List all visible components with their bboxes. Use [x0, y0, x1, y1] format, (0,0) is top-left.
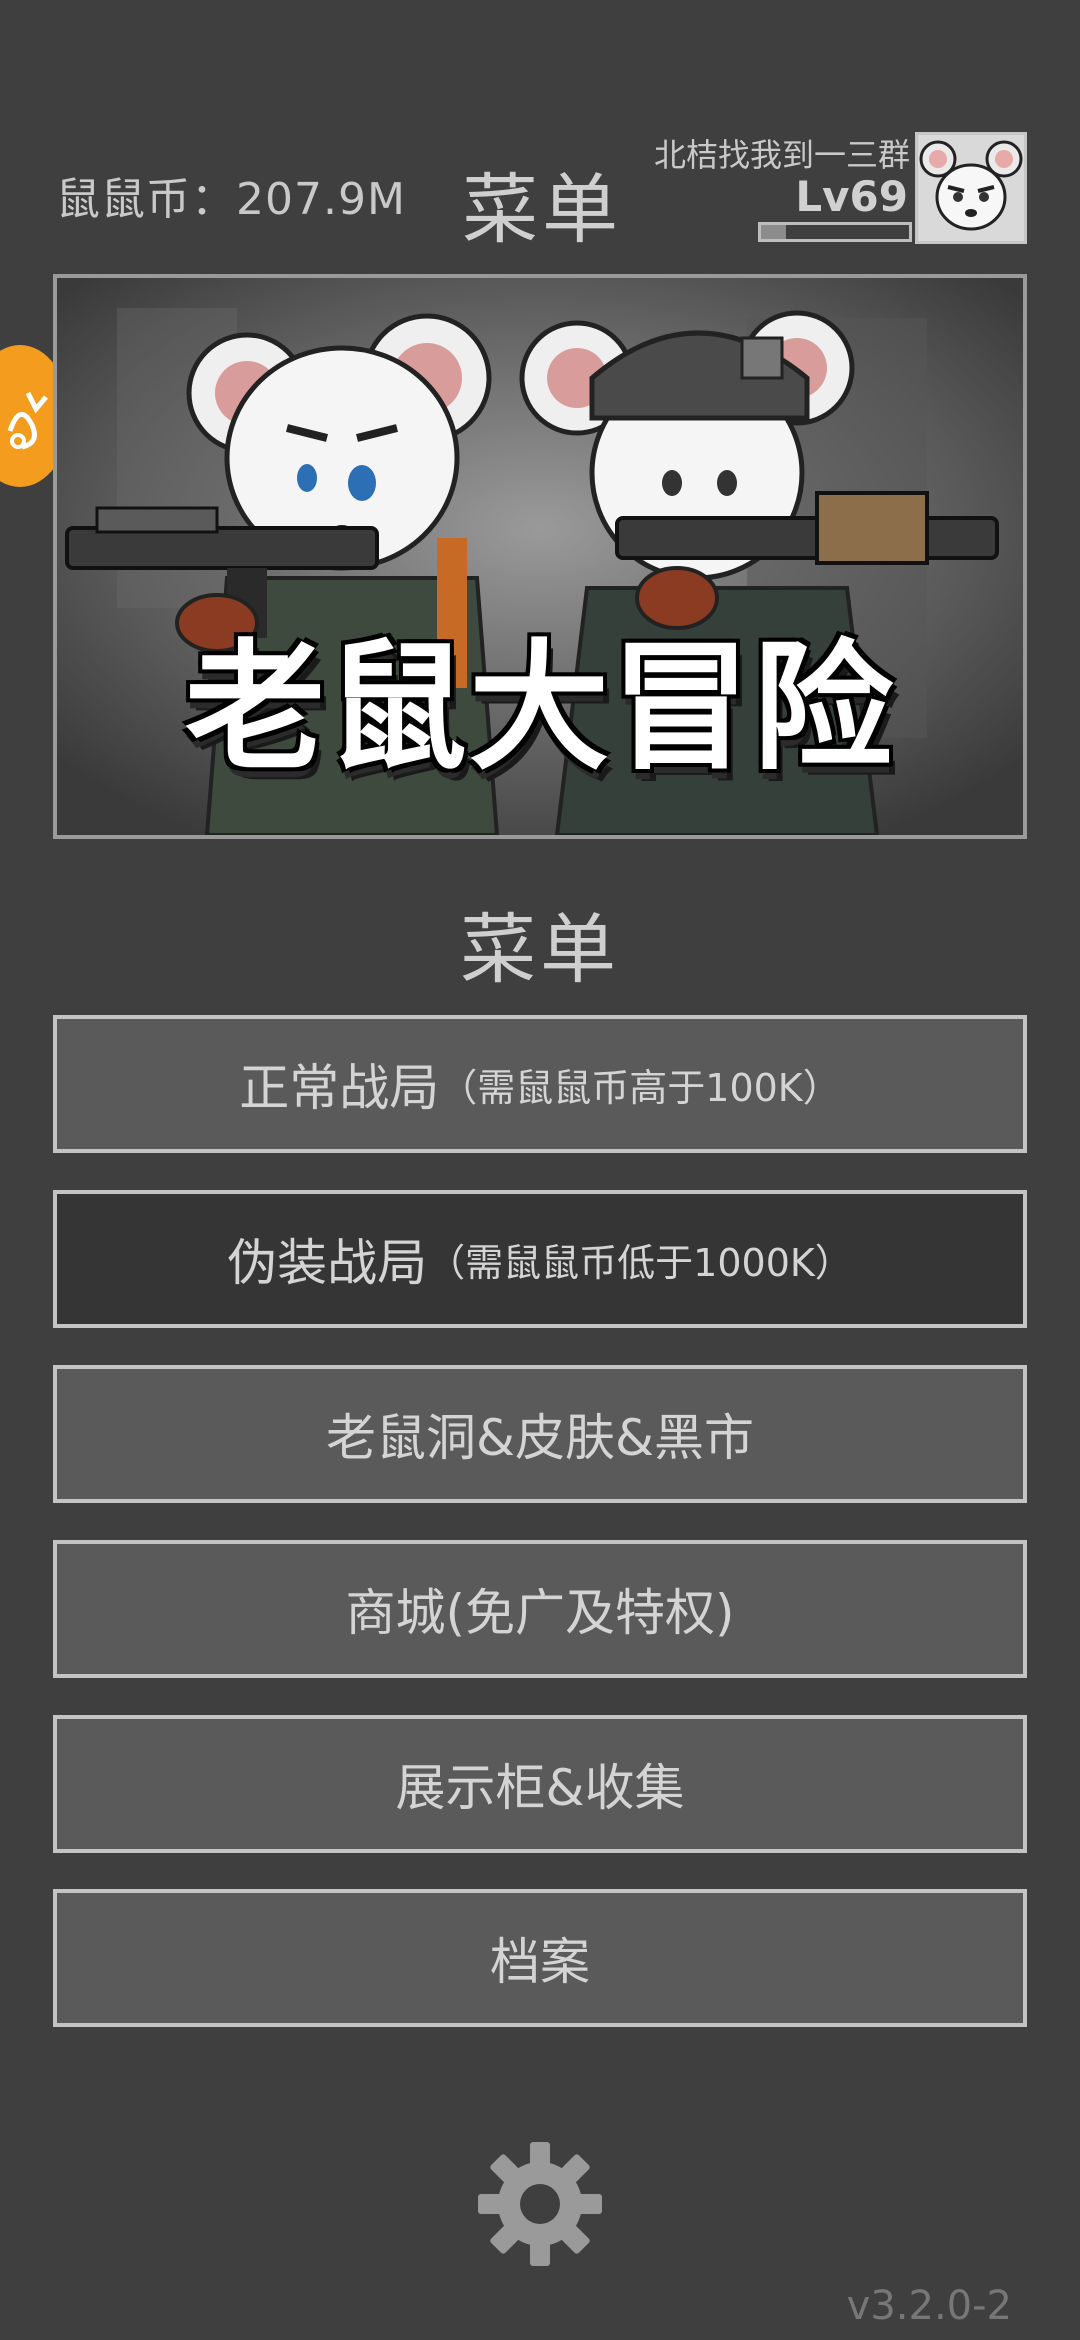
shop-button[interactable]: 商城(免广及特权) [53, 1540, 1027, 1678]
player-avatar[interactable] [915, 132, 1027, 244]
disguise-match-requirement: （需鼠鼠币低于1000K） [427, 1240, 853, 1285]
disguise-match-button[interactable]: 伪装战局 （需鼠鼠币低于1000K） [53, 1190, 1027, 1328]
banner-title: 老鼠大冒险 [184, 627, 895, 790]
showcase-collection-label: 展示柜&收集 [395, 1759, 685, 1817]
disguise-match-label: 伪装战局 [227, 1234, 428, 1292]
page-title: 菜单 [462, 165, 622, 254]
mouse-avatar-icon [918, 135, 1024, 241]
rathole-skins-blackmarket-button[interactable]: 老鼠洞&皮肤&黑市 [53, 1365, 1027, 1503]
coin-balance: 鼠鼠币：207.9M [56, 174, 406, 225]
player-level: Lv69 [795, 172, 908, 221]
player-name: 北桔找我到一三群 [653, 136, 910, 174]
version-label: v3.2.0-2 [846, 2283, 1012, 2329]
profile-label: 档案 [490, 1933, 590, 1991]
profile-button[interactable]: 档案 [53, 1889, 1027, 2027]
gear-icon [478, 2142, 602, 2266]
normal-match-label: 正常战局 [239, 1059, 440, 1117]
shop-label: 商城(免广及特权) [345, 1584, 735, 1642]
showcase-collection-button[interactable]: 展示柜&收集 [53, 1715, 1027, 1853]
xp-progress-bar [758, 222, 912, 242]
settings-button[interactable] [476, 2140, 604, 2268]
normal-match-requirement: （需鼠鼠币高于100K） [439, 1065, 841, 1110]
rathole-skins-blackmarket-label: 老鼠洞&皮肤&黑市 [326, 1409, 754, 1467]
menu-heading: 菜单 [460, 905, 620, 994]
normal-match-button[interactable]: 正常战局 （需鼠鼠币高于100K） [53, 1015, 1027, 1153]
xp-progress-fill [761, 225, 787, 239]
game-banner: 老鼠大冒险 [53, 274, 1027, 839]
